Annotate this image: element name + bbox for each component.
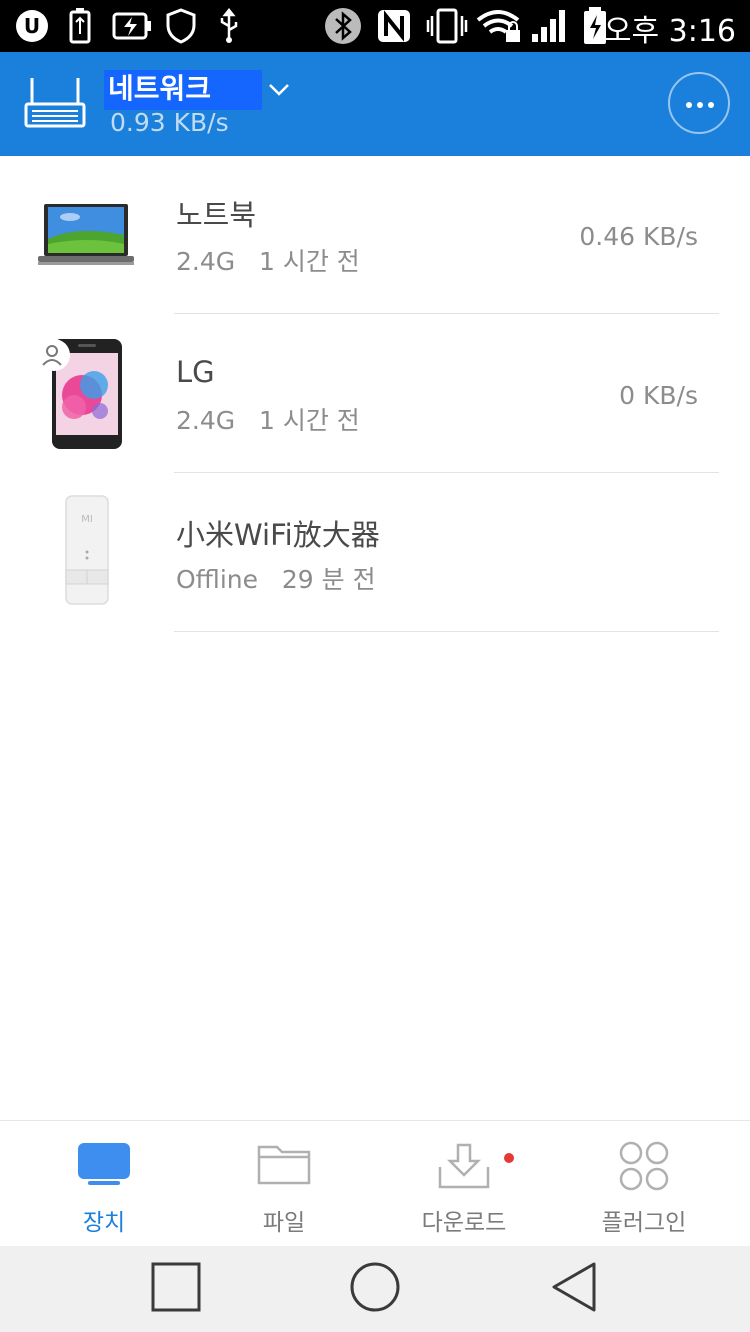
device-band: 2.4G [176,406,236,435]
tab-label: 플러그인 [601,1210,687,1236]
divider [174,313,719,314]
system-navigation-bar [0,1246,750,1332]
plugin-icon [619,1141,669,1195]
tab-files[interactable]: 파일 [194,1121,374,1247]
divider [174,631,719,632]
device-band: 2.4G [176,247,236,276]
list-item[interactable]: MI 小米WiFi放大器 Offline 29 분 전 [0,474,750,632]
recents-button[interactable] [150,1260,204,1318]
bottom-nav: 장치 파일 다운로드 플러그인 [0,1120,750,1246]
svg-text:U: U [24,14,40,38]
device-icon [76,1141,132,1191]
chevron-down-icon[interactable] [268,82,290,101]
router-icon [24,76,86,134]
list-item[interactable]: LG 2.4G 1 시간 전 0 KB/s [0,315,750,473]
status-bar: U 오후 3:16 [0,0,750,52]
device-meta: 2.4G 1 시간 전 [176,242,360,278]
back-button[interactable] [548,1260,602,1318]
tab-label: 다운로드 [421,1210,507,1236]
device-name: 노트북 [176,198,257,232]
usb-battery-icon [68,8,92,44]
device-speed: 0 KB/s [619,381,698,410]
folder-icon [256,1141,312,1191]
device-last-seen: 1 시간 전 [258,247,360,276]
divider [174,472,719,473]
device-status: Offline [176,565,259,594]
wifi-extender-thumbnail: MI [30,492,142,612]
uplus-icon: U [14,8,50,44]
battery-charging-icon [112,8,152,44]
usb-icon [216,8,242,44]
home-button[interactable] [348,1260,402,1318]
device-name: 小米WiFi放大器 [176,518,380,552]
tab-downloads[interactable]: 다운로드 [374,1121,554,1247]
more-options-button[interactable] [668,72,730,134]
phone-thumbnail [30,333,142,453]
nfc-icon [376,8,412,44]
status-time: 오후 3:16 [603,14,736,49]
device-speed: 0.46 KB/s [579,222,698,251]
laptop-thumbnail [30,184,142,304]
tab-label: 장치 [82,1210,126,1236]
shield-icon [166,8,196,44]
list-item[interactable]: 노트북 2.4G 1 시간 전 0.46 KB/s [0,156,750,314]
network-speed: 0.93 KB/s [110,108,229,137]
device-name: LG [176,355,215,389]
device-meta: 2.4G 1 시간 전 [176,401,360,437]
network-header: 네트워크 0.93 KB/s [0,52,750,156]
device-last-seen: 29 분 전 [281,565,376,594]
wifi-lock-icon [476,8,524,44]
svg-text:MI: MI [81,514,93,525]
vibrate-icon [426,8,468,44]
download-icon [436,1141,492,1195]
tab-label: 파일 [262,1210,306,1236]
signal-icon [530,8,570,44]
tab-devices[interactable]: 장치 [14,1121,194,1247]
tab-plugins[interactable]: 플러그인 [554,1121,734,1247]
notification-dot [504,1153,514,1163]
device-last-seen: 1 시간 전 [258,406,360,435]
device-meta: Offline 29 분 전 [176,560,376,596]
network-title[interactable]: 네트워크 [108,70,211,108]
bluetooth-icon [324,8,362,44]
